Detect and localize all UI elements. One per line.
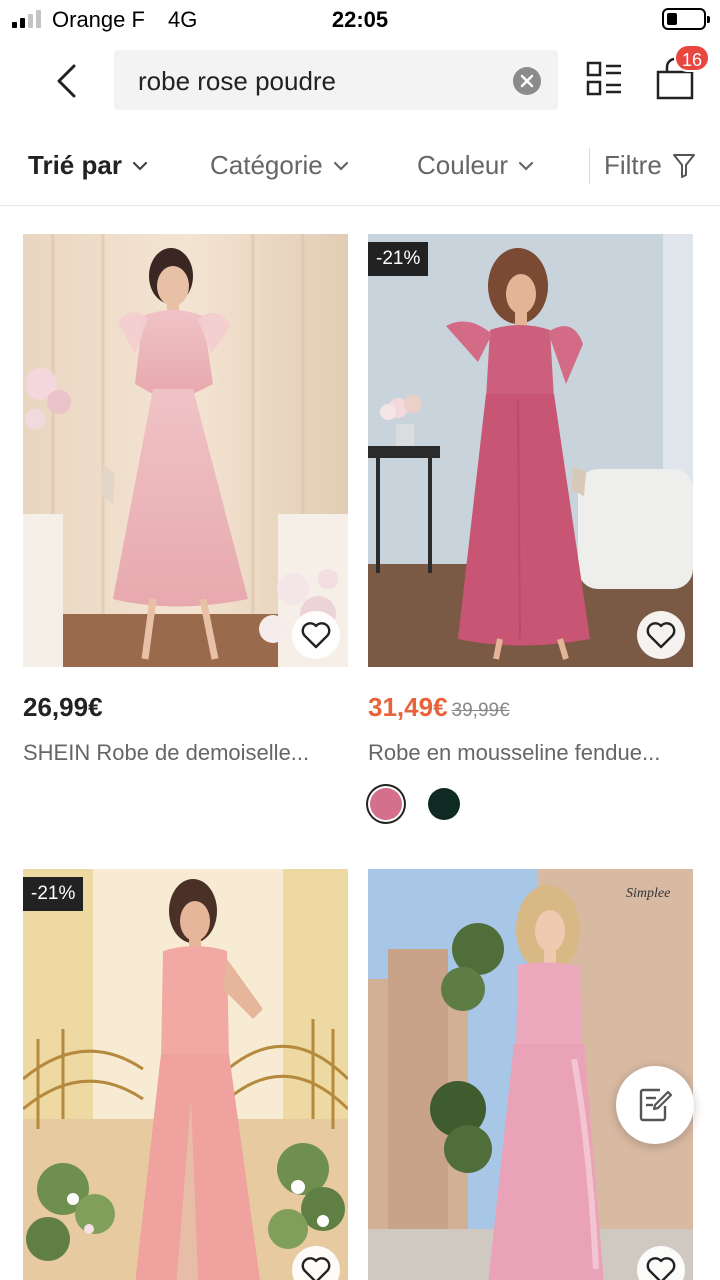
write-review-icon <box>639 1088 673 1122</box>
product-title[interactable]: SHEIN Robe de demoiselle... <box>23 740 348 766</box>
color-swatch-dark-green[interactable] <box>428 788 460 820</box>
funnel-icon <box>672 153 695 178</box>
favorite-button[interactable] <box>292 611 340 659</box>
filter-bar: Trié par Catégorie Couleur Filtre <box>0 130 720 206</box>
chevron-down-icon <box>518 161 534 171</box>
view-toggle-button[interactable] <box>583 58 627 102</box>
price-row: 26,99€ <box>23 692 103 723</box>
category-label: Catégorie <box>210 150 323 180</box>
discount-tag: -21% <box>368 242 429 276</box>
back-button[interactable] <box>44 56 88 106</box>
search-input[interactable]: robe rose poudre <box>114 50 558 110</box>
heart-icon <box>646 1257 676 1280</box>
product-image[interactable]: -21% <box>368 234 693 667</box>
heart-icon <box>301 1257 331 1280</box>
heart-icon <box>301 622 331 649</box>
chevron-left-icon <box>57 64 76 98</box>
brand-logo: Simplee <box>626 886 670 901</box>
chevron-down-icon <box>333 161 348 171</box>
write-review-button[interactable] <box>616 1066 694 1144</box>
grid-list-icon <box>586 61 621 96</box>
product-price: 26,99€ <box>23 692 103 722</box>
color-dropdown[interactable]: Couleur <box>417 150 534 181</box>
status-time: 22:05 <box>331 7 389 32</box>
clear-search-button[interactable] <box>513 67 541 95</box>
product-image[interactable] <box>23 234 348 667</box>
search-query[interactable]: robe rose poudre <box>138 66 336 97</box>
battery-icon <box>662 8 710 30</box>
color-swatch-pink[interactable] <box>370 788 402 820</box>
price-row: 31,49€ 39,99€ <box>368 692 510 723</box>
clear-icon <box>520 74 534 88</box>
chevron-down-icon <box>132 161 148 171</box>
sale-price: 31,49€ <box>368 692 448 722</box>
filter-label: Filtre <box>604 150 662 180</box>
bag-count-badge: 16 <box>674 44 711 72</box>
color-label: Couleur <box>417 150 509 180</box>
category-dropdown[interactable]: Catégorie <box>210 150 349 181</box>
original-price: 39,99€ <box>451 700 510 721</box>
sort-dropdown[interactable]: Trié par <box>28 150 148 181</box>
product-card[interactable]: -21% 31,49€ 39,99€ Robe en mousseline fe… <box>368 234 693 824</box>
heart-icon <box>646 622 676 649</box>
product-title[interactable]: Robe en mousseline fendue... <box>368 740 693 766</box>
color-swatches <box>370 788 460 820</box>
sort-label: Trié par <box>28 150 122 180</box>
product-card[interactable]: -21% <box>23 869 348 1280</box>
filter-button[interactable]: Filtre <box>604 150 696 181</box>
product-image[interactable]: -21% <box>23 869 348 1280</box>
discount-tag: -21% <box>23 877 84 911</box>
product-card[interactable]: 26,99€ SHEIN Robe de demoiselle... <box>23 234 348 774</box>
status-bar: Orange F 4G 22:05 <box>0 0 720 40</box>
favorite-button[interactable] <box>637 611 685 659</box>
filter-divider <box>589 148 590 184</box>
